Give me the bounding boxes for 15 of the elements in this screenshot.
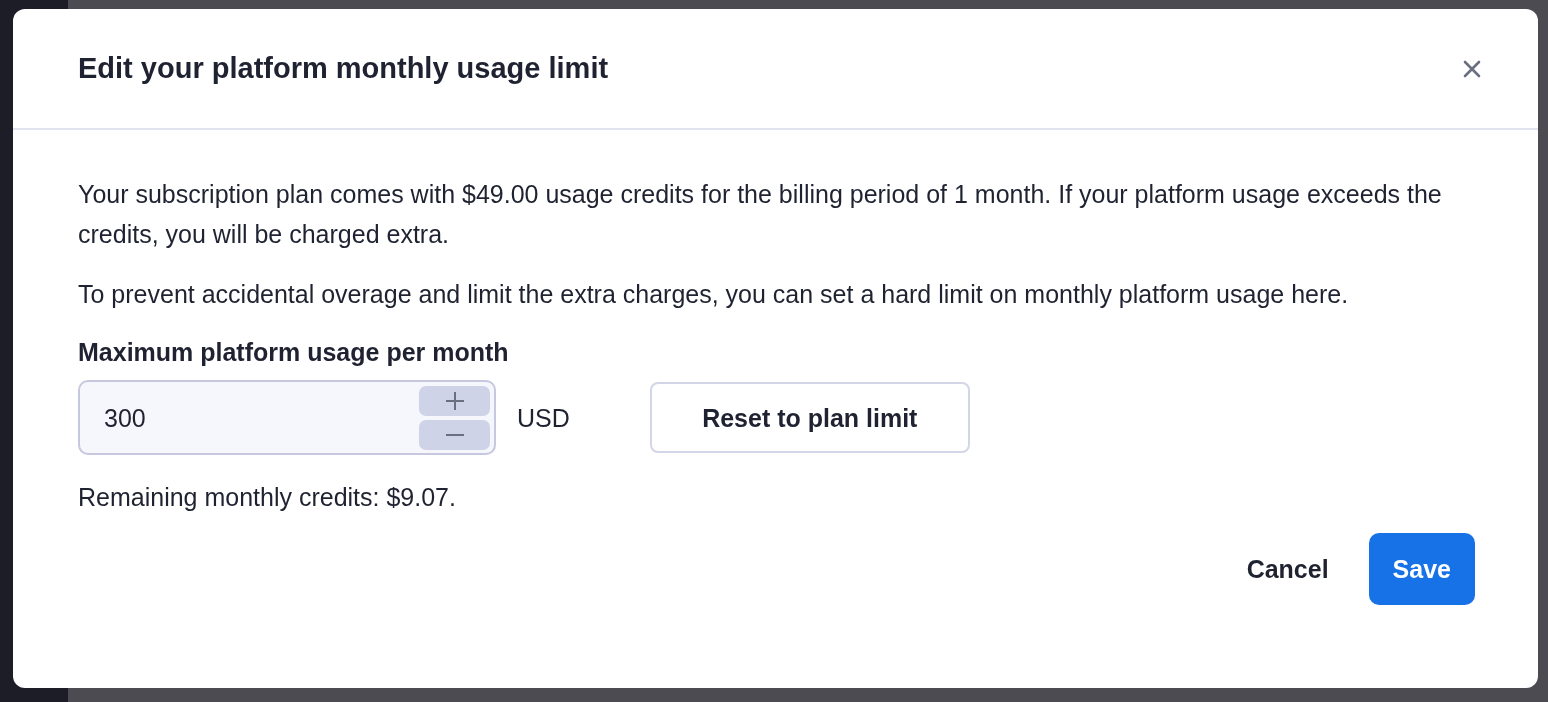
input-value: 300 [104,402,147,434]
unit-label: USD [517,402,570,434]
dialog-title: Edit your platform monthly usage limit [78,50,609,86]
description-text: Your subscription plan comes with $49.00 usage credits for the billing period of 1 month. If your platform usage exceeds the credits, you will be charged extra. [78,179,1443,250]
description-text: To prevent accidental overage and limit the extra charges, you can set a hard limit on monthly platform usage here. [78,279,1350,310]
field-label: Maximum platform usage per month [78,337,510,368]
number-input[interactable]: 300 [78,380,496,455]
cancel-button[interactable]: Cancel [1222,533,1353,605]
increment-button[interactable] [419,385,490,416]
remaining-credits-text: Remaining monthly credits: $9.07. [78,482,457,513]
minus-icon [444,432,465,437]
close-icon [1462,58,1482,79]
save-button[interactable]: Save [1368,533,1475,605]
plus-icon [444,390,465,411]
reset-button[interactable]: Reset to plan limit [649,382,970,453]
